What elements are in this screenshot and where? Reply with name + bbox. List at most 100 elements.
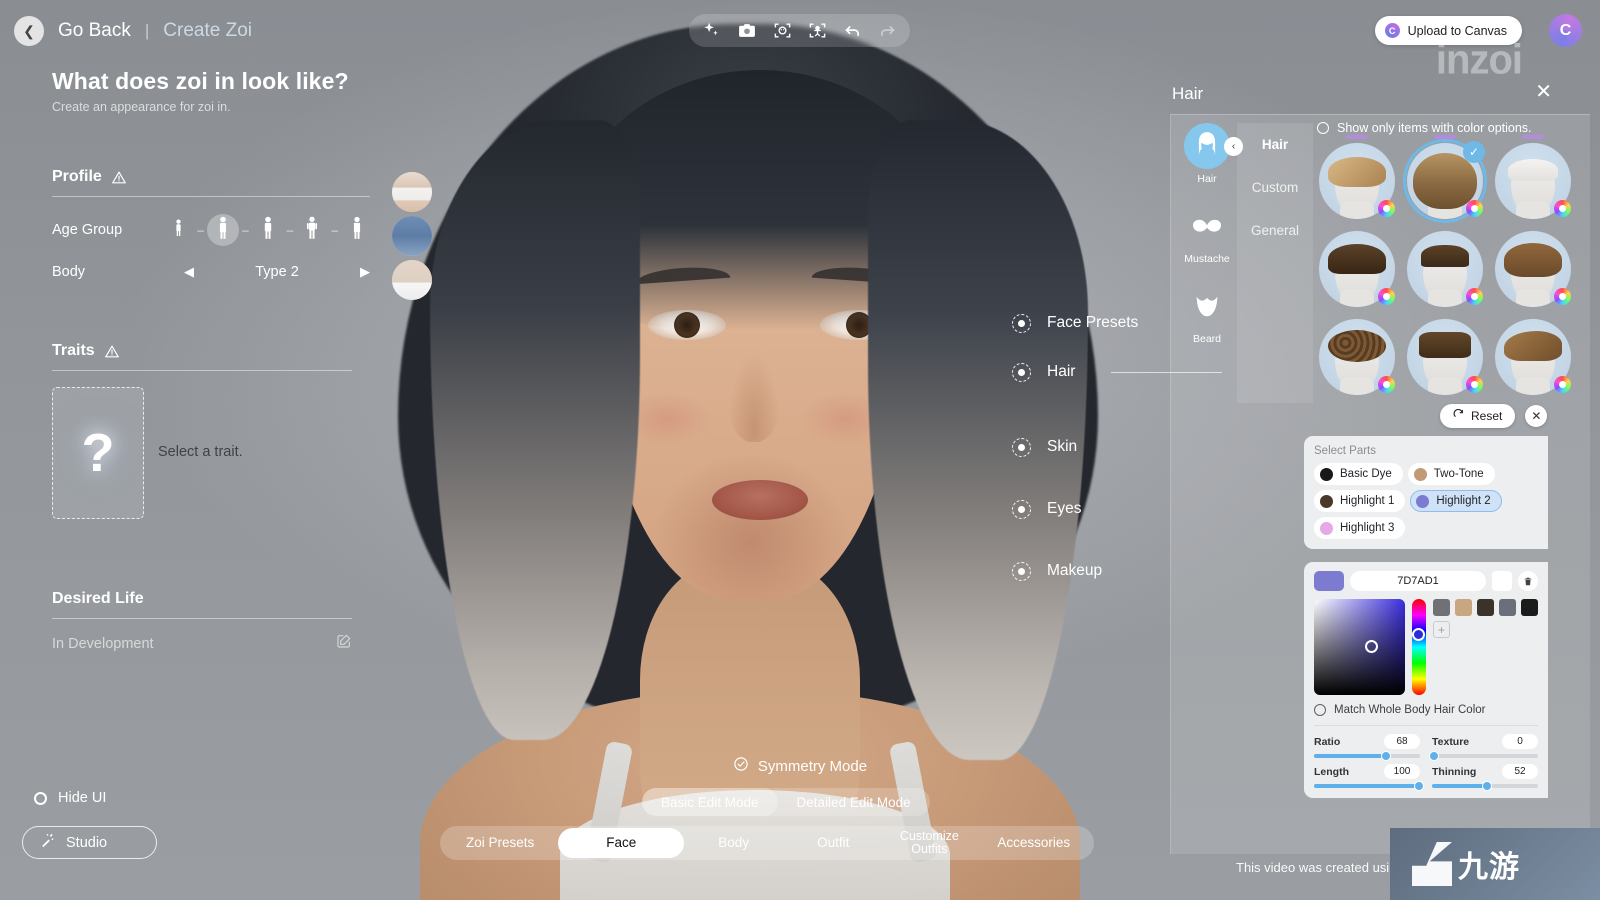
tab-outfit[interactable]: Outfit (783, 828, 883, 858)
viewport-toolbar (689, 14, 910, 47)
hair-category-beard[interactable]: Beard (1179, 283, 1235, 345)
radial-label: Skin (1047, 438, 1077, 456)
color-options-icon[interactable] (1378, 376, 1395, 393)
chip-color-dot (1414, 468, 1427, 481)
hairstyle-thumb-3[interactable] (1491, 139, 1575, 223)
hairstyle-thumb-7[interactable] (1315, 315, 1399, 399)
saved-swatch-2[interactable] (1455, 599, 1472, 616)
back-button[interactable]: ❮ (14, 16, 44, 46)
avatar[interactable]: C (1549, 14, 1582, 47)
sparkles-icon[interactable] (702, 21, 721, 40)
edit-mode-switch: Basic Edit Mode Detailed Edit Mode (642, 788, 930, 816)
redo-icon[interactable] (878, 22, 897, 39)
hair-subtab-general[interactable]: General (1237, 209, 1313, 252)
tab-face[interactable]: Face (558, 828, 684, 858)
tab-body[interactable]: Body (684, 828, 783, 858)
go-back-label[interactable]: Go Back (58, 20, 131, 42)
age-option-elder[interactable] (344, 217, 370, 243)
slider-value[interactable]: 68 (1384, 734, 1420, 749)
saved-swatch-5[interactable] (1521, 599, 1538, 616)
hex-value-field[interactable]: 7D7AD1 (1350, 571, 1486, 591)
hairstyle-thumb-6[interactable] (1491, 227, 1575, 311)
outfit-thumb-shoes[interactable] (392, 260, 432, 300)
color-options-icon[interactable] (1554, 376, 1571, 393)
outfit-thumb-top[interactable] (392, 172, 432, 212)
saved-swatch-1[interactable] (1433, 599, 1450, 616)
color-options-icon[interactable] (1554, 288, 1571, 305)
close-color-panel-button[interactable]: ✕ (1525, 405, 1547, 427)
body-framing-icon[interactable] (808, 21, 827, 40)
trash-icon[interactable] (1518, 571, 1538, 591)
part-chip-highlight-1[interactable]: Highlight 1 (1314, 490, 1405, 512)
color-options-icon[interactable] (1466, 200, 1483, 217)
hair-subtab-hair[interactable]: Hair (1237, 123, 1313, 166)
part-chip-highlight-3[interactable]: Highlight 3 (1314, 517, 1405, 539)
show-only-color-options-toggle[interactable]: Show only items with color options. (1317, 121, 1532, 135)
color-options-icon[interactable] (1554, 200, 1571, 217)
symmetry-mode-toggle[interactable]: Symmetry Mode (0, 756, 1600, 776)
edit-square-icon[interactable] (336, 633, 352, 654)
slider-texture: Texture 0 (1432, 734, 1538, 758)
part-chip-two-tone[interactable]: Two-Tone (1408, 463, 1495, 485)
hair-category-hair[interactable]: Hair ‹ (1179, 123, 1235, 185)
character-nose (728, 352, 780, 442)
slider-value[interactable]: 0 (1502, 734, 1538, 749)
age-group-label: Age Group (52, 222, 165, 238)
current-color-swatch (1314, 571, 1344, 591)
color-options-icon[interactable] (1378, 288, 1395, 305)
saved-swatch-3[interactable] (1477, 599, 1494, 616)
reset-button[interactable]: Reset (1440, 404, 1515, 428)
chip-label: Highlight 3 (1340, 522, 1394, 534)
age-option-adult[interactable] (299, 217, 325, 243)
hair-category-mustache[interactable]: Mustache (1179, 203, 1235, 265)
close-icon[interactable]: ✕ (1535, 82, 1552, 102)
undo-icon[interactable] (843, 22, 862, 39)
age-option-child[interactable] (165, 217, 191, 243)
slider-track[interactable] (1314, 784, 1420, 788)
part-chip-basic-dye[interactable]: Basic Dye (1314, 463, 1403, 485)
age-option-teen[interactable] (210, 217, 236, 243)
color-options-icon[interactable] (1378, 200, 1395, 217)
face-framing-icon[interactable] (773, 21, 792, 40)
outfit-thumb-pants[interactable] (392, 216, 432, 256)
desired-life-status: In Development (52, 636, 154, 652)
age-dash: – (197, 223, 204, 237)
studio-button[interactable]: Studio (22, 826, 157, 859)
hue-handle[interactable] (1412, 628, 1425, 641)
hairstyle-thumb-2[interactable]: ✓ (1403, 139, 1487, 223)
sv-handle[interactable] (1365, 640, 1378, 653)
body-next-button[interactable]: ▶ (360, 264, 370, 280)
hairstyle-thumb-4[interactable] (1315, 227, 1399, 311)
hue-slider[interactable] (1412, 599, 1426, 695)
hairstyle-thumb-1[interactable] (1315, 139, 1399, 223)
symmetry-mode-label: Symmetry Mode (758, 758, 867, 775)
basic-edit-mode-button[interactable]: Basic Edit Mode (642, 788, 778, 816)
color-options-icon[interactable] (1466, 376, 1483, 393)
detailed-edit-mode-button[interactable]: Detailed Edit Mode (778, 788, 930, 816)
body-prev-button[interactable]: ◀ (184, 264, 194, 280)
match-whole-body-hair-color-toggle[interactable]: Match Whole Body Hair Color (1314, 704, 1538, 716)
radial-label: Eyes (1047, 500, 1081, 518)
color-options-icon[interactable] (1466, 288, 1483, 305)
slider-track[interactable] (1432, 784, 1538, 788)
white-swatch[interactable] (1492, 571, 1512, 591)
page-title: What does zoi in look like? (52, 68, 349, 95)
tab-accessories[interactable]: Accessories (975, 828, 1092, 858)
traits-title-label: Traits (52, 342, 95, 360)
hairstyle-thumb-9[interactable] (1491, 315, 1575, 399)
trait-slot-empty[interactable]: ? (52, 387, 144, 519)
tab-zoi-presets[interactable]: Zoi Presets (442, 828, 558, 858)
saved-swatch-4[interactable] (1499, 599, 1516, 616)
camera-icon[interactable] (737, 21, 757, 40)
hairstyle-thumb-5[interactable] (1403, 227, 1487, 311)
hide-ui-toggle[interactable]: Hide UI (34, 790, 106, 806)
saturation-value-area[interactable] (1314, 599, 1405, 695)
desired-life-title: Desired Life (52, 590, 352, 608)
tab-customize-outfits[interactable]: Customize Outfits (883, 828, 975, 858)
hairstyle-thumb-8[interactable] (1403, 315, 1487, 399)
create-zoi-label[interactable]: Create Zoi (163, 20, 252, 42)
hair-subtab-custom[interactable]: Custom (1237, 166, 1313, 209)
age-option-young-adult[interactable] (255, 217, 281, 243)
part-chip-highlight-2[interactable]: Highlight 2 (1410, 490, 1501, 512)
add-swatch-button[interactable]: + (1433, 621, 1450, 638)
